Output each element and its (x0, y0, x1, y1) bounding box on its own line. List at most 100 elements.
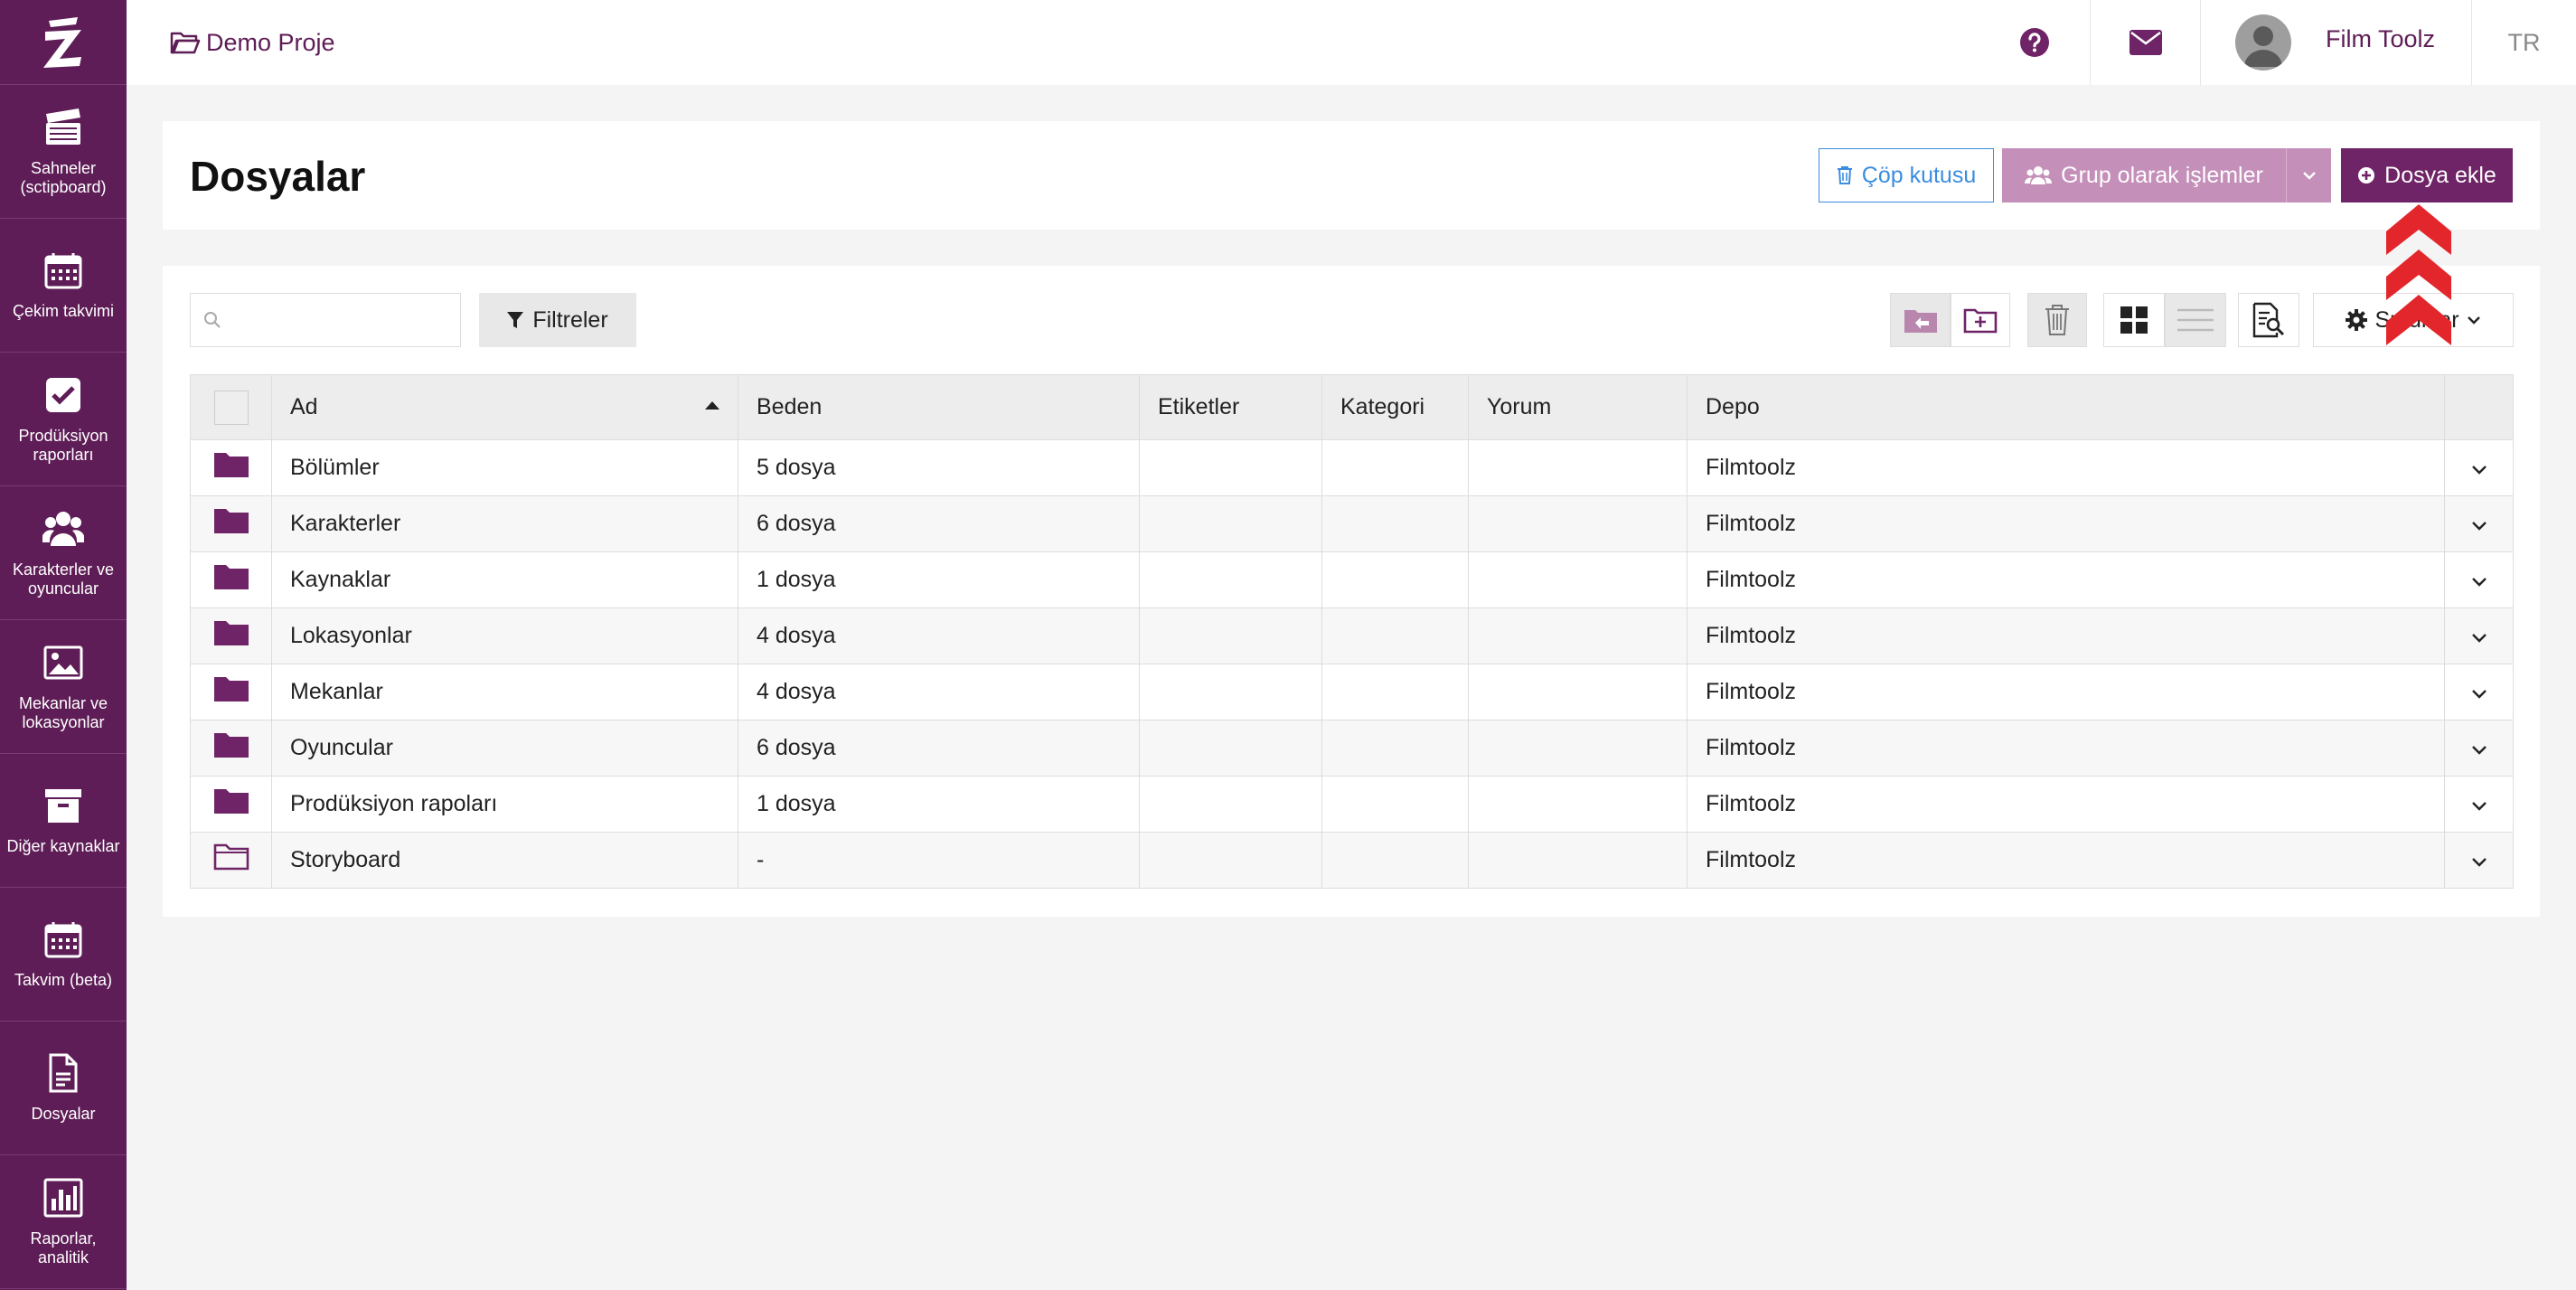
cell-name[interactable]: Kaynaklar (271, 551, 738, 608)
search-box[interactable] (190, 293, 461, 347)
trash-icon (1837, 166, 1852, 184)
cell-name[interactable]: Storyboard (271, 832, 738, 889)
calendar-icon (44, 253, 82, 289)
help-button[interactable] (1979, 0, 2090, 85)
row-actions-toggle[interactable] (2444, 439, 2514, 496)
grid-view-button[interactable] (2103, 293, 2165, 347)
list-icon (2177, 308, 2214, 332)
cell-name[interactable]: Mekanlar (271, 664, 738, 720)
row-actions-toggle[interactable] (2444, 776, 2514, 833)
logo-icon: Z (42, 15, 81, 68)
cell-category (1321, 832, 1469, 889)
table-row[interactable]: Oyuncular 6 dosya Filmtoolz (190, 720, 2514, 777)
sidebar-item-5[interactable]: Mekanlar ve lokasyonlar (0, 620, 127, 754)
row-actions-toggle[interactable] (2444, 664, 2514, 720)
cell-tags (1139, 832, 1322, 889)
group-actions-dropdown[interactable] (2286, 148, 2331, 202)
cell-category (1321, 776, 1469, 833)
group-actions-label: Grup olarak işlemler (2061, 162, 2263, 188)
table-row[interactable]: Bölümler 5 dosya Filmtoolz (190, 439, 2514, 496)
messages-button[interactable] (2090, 0, 2200, 85)
cell-storage: Filmtoolz (1687, 776, 2445, 833)
sidebar-item-9[interactable]: Raporlar, analitik (0, 1155, 127, 1289)
move-up-button[interactable] (1890, 293, 1951, 347)
search-input[interactable] (191, 294, 460, 346)
search-icon (204, 312, 221, 328)
row-actions-toggle[interactable] (2444, 607, 2514, 664)
column-header-category[interactable]: Kategori (1321, 374, 1469, 440)
group-actions-button[interactable]: Grup olarak işlemler (2002, 148, 2286, 202)
cell-tags (1139, 720, 1322, 777)
user-menu[interactable]: Film Toolz (2200, 0, 2471, 85)
sidebar-item-4[interactable]: Karakterler ve oyuncular (0, 486, 127, 620)
archive-icon (45, 789, 81, 823)
chevron-down-icon (2467, 316, 2480, 325)
topbar: Demo Proje Film Toolz TR (127, 0, 2576, 85)
cell-name[interactable]: Prodüksiyon rapoları (271, 776, 738, 833)
cell-comment (1468, 495, 1688, 552)
chevron-down-icon (2471, 634, 2487, 643)
cell-name[interactable]: Karakterler (271, 495, 738, 552)
trash-button[interactable]: Çöp kutusu (1819, 148, 1994, 202)
cell-storage: Filmtoolz (1687, 720, 2445, 777)
row-actions-toggle[interactable] (2444, 551, 2514, 608)
app-logo[interactable]: Z (0, 0, 127, 85)
row-icon-cell (190, 664, 272, 720)
cell-name[interactable]: Bölümler (271, 439, 738, 496)
sidebar-item-2[interactable]: Çekim takvimi (0, 219, 127, 353)
table-row[interactable]: Storyboard - Filmtoolz (190, 832, 2514, 889)
cell-name[interactable]: Oyuncular (271, 720, 738, 777)
preview-button[interactable] (2238, 293, 2299, 347)
sidebar-item-3[interactable]: Prodüksiyon raporları (0, 353, 127, 486)
column-header-size[interactable]: Beden (738, 374, 1140, 440)
row-actions-toggle[interactable] (2444, 495, 2514, 552)
add-file-button[interactable]: Dosya ekle (2341, 148, 2513, 202)
row-icon-cell (190, 776, 272, 833)
folder-icon (213, 565, 249, 589)
users-icon (42, 511, 84, 546)
cell-comment (1468, 551, 1688, 608)
chevron-down-icon (2471, 466, 2487, 475)
cell-size: 5 dosya (738, 439, 1140, 496)
column-header-name[interactable]: Ad (271, 374, 738, 440)
table-row[interactable]: Kaynaklar 1 dosya Filmtoolz (190, 551, 2514, 608)
cell-category (1321, 607, 1469, 664)
sidebar-item-1[interactable]: Sahneler (sctipboard) (0, 85, 127, 219)
envelope-icon (2129, 30, 2162, 55)
row-actions-toggle[interactable] (2444, 720, 2514, 777)
user-name: Film Toolz (2326, 24, 2436, 52)
cell-tags (1139, 776, 1322, 833)
filters-button[interactable]: Filtreler (479, 293, 636, 347)
sidebar-item-8[interactable]: Dosyalar (0, 1022, 127, 1155)
files-panel: Filtreler Ad Beden Etiketler Kategori Yo… (163, 266, 2540, 917)
document-search-icon (2252, 302, 2285, 338)
sidebar-item-6[interactable]: Diğer kaynaklar (0, 754, 127, 888)
table-row[interactable]: Karakterler 6 dosya Filmtoolz (190, 495, 2514, 552)
breadcrumb-project[interactable]: Demo Proje (170, 29, 335, 57)
row-actions-toggle[interactable] (2444, 832, 2514, 889)
cell-category (1321, 551, 1469, 608)
chevron-down-icon (2471, 802, 2487, 811)
cell-storage: Filmtoolz (1687, 551, 2445, 608)
logo-text: Z (42, 15, 51, 19)
cell-name[interactable]: Lokasyonlar (271, 607, 738, 664)
clapperboard-icon (46, 108, 80, 145)
folder-icon (213, 621, 249, 645)
column-header-storage[interactable]: Depo (1687, 374, 2445, 440)
table-row[interactable]: Prodüksiyon rapoları 1 dosya Filmtoolz (190, 776, 2514, 833)
new-folder-button[interactable] (1951, 293, 2010, 347)
row-icon-cell (190, 439, 272, 496)
language-switch[interactable]: TR (2471, 0, 2576, 85)
sidebar-item-label: Mekanlar ve lokasyonlar (18, 693, 108, 731)
chevron-down-icon (2471, 578, 2487, 587)
table-row[interactable]: Lokasyonlar 4 dosya Filmtoolz (190, 607, 2514, 664)
column-header-tags[interactable]: Etiketler (1139, 374, 1322, 440)
filter-icon (507, 312, 524, 328)
list-view-button[interactable] (2165, 293, 2226, 347)
delete-button[interactable] (2027, 293, 2087, 347)
table-row[interactable]: Mekanlar 4 dosya Filmtoolz (190, 664, 2514, 720)
select-all-checkbox[interactable] (213, 390, 249, 425)
sidebar-item-7[interactable]: Takvim (beta) (0, 888, 127, 1022)
cell-category (1321, 720, 1469, 777)
column-header-comment[interactable]: Yorum (1468, 374, 1688, 440)
